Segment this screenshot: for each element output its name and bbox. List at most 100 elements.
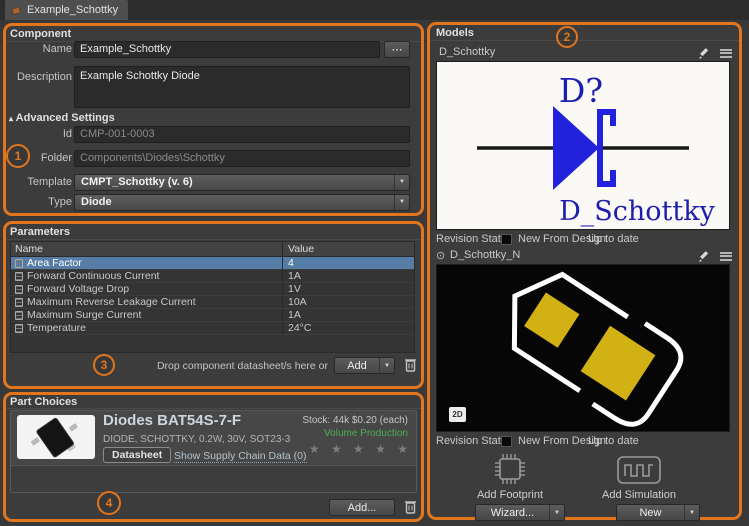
supply-chain-link[interactable]: Show Supply Chain Data (0): [174, 450, 307, 463]
footprint-preview-canvas[interactable]: 2D: [436, 264, 730, 432]
column-header-name[interactable]: Name: [11, 243, 282, 255]
description-field[interactable]: Example Schottky Diode: [74, 66, 410, 108]
annotation-circle-4: 4: [97, 491, 121, 515]
symbol-designator: D?: [559, 71, 603, 110]
parameter-name: Maximum Reverse Leakage Current: [27, 296, 196, 308]
part-choices-section-title: Part Choices: [10, 396, 77, 408]
template-dropdown[interactable]: CMPT_Schottky (v. 6) ▼: [74, 174, 410, 191]
revision-status: Up to date: [588, 435, 639, 447]
add-parameter-button[interactable]: Add ▼: [334, 357, 395, 374]
id-field: CMP-001-0003: [74, 126, 410, 143]
parameter-value-cell[interactable]: 1V: [282, 283, 414, 295]
tab-example-schottky[interactable]: Example_Schottky: [5, 0, 128, 20]
footprint-model-name[interactable]: D_Schottky_N: [450, 249, 520, 261]
trash-icon[interactable]: [404, 499, 417, 515]
component-section: Component Name Example_Schottky ⋯ Descri…: [3, 23, 424, 216]
table-row[interactable]: Maximum Surge Current 1A: [11, 309, 414, 322]
advanced-settings-label: Advanced Settings: [16, 112, 115, 124]
menu-icon[interactable]: [718, 46, 734, 60]
name-more-button[interactable]: ⋯: [384, 41, 410, 58]
parameter-name: Temperature: [27, 322, 86, 334]
star-rating[interactable]: ★ ★ ★ ★ ★: [309, 442, 412, 456]
parameter-name-cell[interactable]: Maximum Reverse Leakage Current: [11, 296, 282, 308]
symbol-preview-canvas[interactable]: D? D_Schottky: [436, 61, 730, 230]
table-row[interactable]: Forward Continuous Current 1A: [11, 270, 414, 283]
parameters-table-body: Area Factor 4 Forward Continuous Current 1A…: [11, 257, 414, 335]
datasheet-button[interactable]: Datasheet: [103, 447, 171, 463]
symbol-model-name[interactable]: D_Schottky: [439, 46, 495, 58]
part-description: DIODE, SCHOTTKY, 0.2W, 30V, SOT23-3: [103, 434, 290, 445]
menu-icon[interactable]: [718, 249, 734, 263]
part-choice-card[interactable]: Diodes BAT54S-7-F DIODE, SCHOTTKY, 0.2W,…: [10, 410, 417, 493]
parameter-name: Area Factor: [27, 257, 82, 269]
parameter-value-cell[interactable]: 1A: [282, 309, 414, 321]
parameter-name-cell[interactable]: Forward Continuous Current: [11, 270, 282, 282]
simulation-new-button[interactable]: New ▼: [616, 504, 700, 521]
footprint-target-icon[interactable]: ⊙: [436, 249, 445, 262]
parameter-icon: [15, 285, 23, 294]
lifecycle-status: Volume Production: [324, 428, 408, 439]
parameter-name-cell[interactable]: Area Factor: [11, 257, 282, 269]
revision-color-swatch: [501, 436, 512, 447]
add-simulation-wave-icon[interactable]: [616, 455, 662, 485]
annotation-circle-1: 1: [6, 144, 30, 168]
parameter-icon: [15, 311, 23, 320]
type-value: Diode: [81, 196, 112, 208]
add-part-label: Add...: [330, 502, 394, 514]
table-row[interactable]: Maximum Reverse Leakage Current 10A: [11, 296, 414, 309]
name-label: Name: [10, 43, 72, 55]
component-editor-window: Example_Schottky Component Name Example_…: [0, 0, 749, 526]
footprint-pad-large: [581, 326, 656, 401]
divider: [6, 408, 421, 409]
edit-pencil-icon[interactable]: [696, 46, 712, 60]
add-footprint-label: Add Footprint: [448, 489, 572, 501]
parameters-table: Name Value Area Factor4Forward Continuou…: [10, 241, 415, 353]
parameter-name-cell[interactable]: Maximum Surge Current: [11, 309, 282, 321]
add-part-choice-button[interactable]: Add...: [329, 499, 395, 516]
drop-datasheet-hint: Drop component datasheet/s here or: [126, 360, 328, 372]
new-label: New: [617, 507, 684, 519]
chevron-down-icon: ▼: [394, 175, 409, 190]
description-label: Description: [10, 71, 72, 83]
parameters-table-header: Name Value: [11, 242, 414, 257]
parameter-name-cell[interactable]: Forward Voltage Drop: [11, 283, 282, 295]
advanced-settings-header[interactable]: ▴ Advanced Settings: [9, 112, 115, 124]
table-row[interactable]: Area Factor 4: [11, 257, 414, 270]
tab-label: Example_Schottky: [27, 4, 118, 16]
annotation-circle-2: 2: [556, 26, 578, 48]
type-dropdown[interactable]: Diode ▼: [74, 194, 410, 211]
add-simulation-label: Add Simulation: [577, 489, 701, 501]
parameter-icon: [15, 272, 23, 281]
column-header-value[interactable]: Value: [282, 242, 414, 256]
parameter-value-cell[interactable]: 4: [282, 257, 414, 269]
parameter-value-cell[interactable]: 1A: [282, 270, 414, 282]
parameter-name: Forward Continuous Current: [27, 270, 159, 282]
footprint-wizard-button[interactable]: Wizard... ▼: [475, 504, 565, 521]
parameter-name-cell[interactable]: Temperature: [11, 322, 282, 334]
part-title[interactable]: Diodes BAT54S-7-F: [103, 412, 241, 429]
annotation-circle-3: 3: [93, 354, 115, 376]
revision-status: Up to date: [588, 233, 639, 245]
parameter-value-cell[interactable]: 24°C: [282, 322, 414, 334]
parameter-name: Maximum Surge Current: [27, 309, 141, 321]
parameters-section-title: Parameters: [10, 226, 70, 238]
trash-icon[interactable]: [404, 357, 417, 373]
name-field[interactable]: Example_Schottky: [74, 41, 380, 58]
type-label: Type: [10, 196, 72, 208]
revision-color-swatch: [501, 234, 512, 245]
divider: [6, 239, 421, 240]
parameter-value-cell[interactable]: 10A: [282, 296, 414, 308]
edit-pencil-icon[interactable]: [696, 249, 712, 263]
table-row[interactable]: Temperature 24°C: [11, 322, 414, 335]
chevron-down-icon: ▼: [684, 505, 699, 520]
part-choices-section: Part Choices Diodes BAT54S-7-F DIODE, SC…: [3, 392, 424, 522]
chevron-down-icon: ▼: [379, 358, 394, 373]
stock-info: Stock: 44k $0.20 (each): [302, 415, 408, 426]
symbol-label: D_Schottky: [559, 196, 715, 227]
revision-state-label: Revision State:: [436, 233, 510, 245]
view-2d-button[interactable]: 2D: [449, 407, 466, 422]
component-icon: [11, 5, 22, 16]
table-row[interactable]: Forward Voltage Drop1V: [11, 283, 414, 296]
folder-field: Components\Diodes\Schottky: [74, 150, 410, 167]
add-footprint-chip-icon[interactable]: [490, 449, 530, 489]
